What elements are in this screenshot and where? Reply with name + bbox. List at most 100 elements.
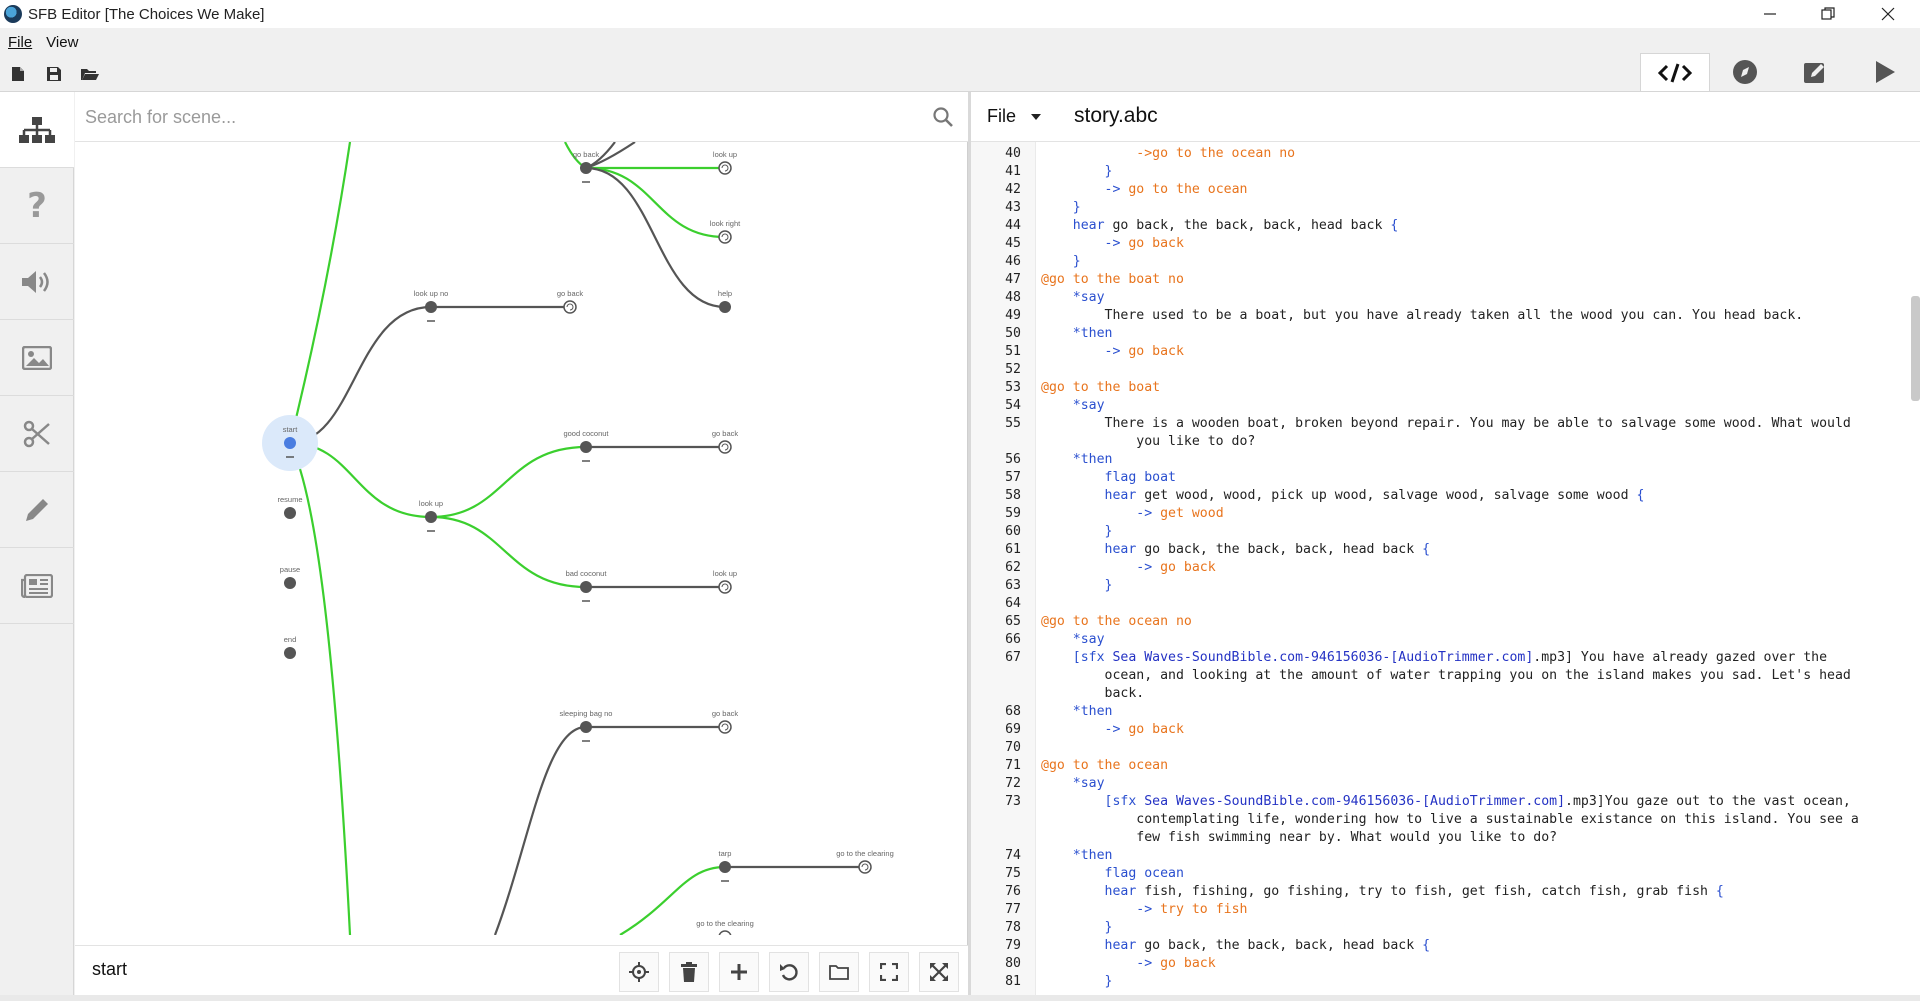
node-resume[interactable]: resume: [277, 495, 303, 519]
sidebar-item-edit[interactable]: [0, 472, 74, 548]
line-number: 72: [1005, 776, 1021, 791]
vertical-scrollbar[interactable]: [1911, 296, 1920, 401]
node-bad-coconut[interactable]: bad coconut: [566, 569, 608, 602]
svg-text:resume: resume: [277, 495, 302, 504]
sidebar-item-news[interactable]: [0, 548, 74, 624]
line-number: 45: [1005, 236, 1021, 251]
code-token: *say: [1072, 290, 1105, 305]
line-text: }: [1041, 523, 1113, 541]
line-text: [sfx Sea Waves-SoundBible.com-946156036-…: [1041, 649, 1827, 667]
add-button[interactable]: [719, 952, 759, 992]
code-token: hear: [1104, 488, 1137, 503]
code-token: hear: [1072, 218, 1105, 233]
node-good-coconut[interactable]: good coconut: [563, 429, 609, 462]
code-token: {: [1422, 938, 1431, 953]
fit-screen-button[interactable]: [869, 952, 909, 992]
menu-bar: File View: [0, 28, 1920, 56]
code-token: Sea Waves-SoundBible.com-946156036-[Audi…: [1144, 794, 1566, 809]
new-file-button[interactable]: [8, 64, 28, 84]
line-text: *then: [1041, 325, 1113, 343]
line-number: 71: [1005, 758, 1021, 773]
line-number: 73: [1005, 794, 1021, 809]
node-look-up[interactable]: look up: [419, 499, 443, 532]
line-text: flag ocean: [1041, 865, 1184, 883]
minimize-icon: [1764, 13, 1776, 15]
graph-footer: start: [75, 945, 968, 995]
code-token: few fish swimming near by. What would yo…: [1041, 830, 1558, 845]
new-file-icon: [12, 67, 24, 81]
scene-graph[interactable]: go back look up look right help look up …: [75, 142, 968, 935]
newspaper-icon: [21, 573, 53, 598]
code-token: *then: [1072, 452, 1113, 467]
scene-search-bar: [75, 92, 968, 142]
svg-text:go back: go back: [712, 709, 739, 718]
node-go-back-2[interactable]: go back: [557, 289, 584, 314]
tab-edit[interactable]: [1780, 53, 1850, 91]
scissors-icon: [23, 420, 50, 447]
node-look-up-top[interactable]: look up: [713, 150, 737, 175]
scene-search-input[interactable]: [85, 102, 905, 132]
code-token: ->: [1136, 506, 1153, 521]
sidebar-item-audio[interactable]: [0, 244, 74, 320]
search-icon[interactable]: [932, 106, 954, 128]
line-text: *then: [1041, 451, 1113, 469]
node-go-to-clearing-2[interactable]: go to the clearing: [696, 919, 754, 935]
pencil-icon: [26, 498, 48, 521]
line-number: 55: [1005, 416, 1021, 431]
node-tarp[interactable]: tarp: [719, 849, 732, 882]
caret-down-icon[interactable]: [1031, 114, 1041, 120]
code-token: hear: [1104, 884, 1137, 899]
menu-view[interactable]: View: [46, 34, 78, 51]
undo-button[interactable]: [769, 952, 809, 992]
svg-text:go back: go back: [573, 150, 600, 159]
sidebar-item-cut[interactable]: [0, 396, 74, 472]
open-folder-button[interactable]: [80, 64, 100, 84]
code-token: Sea Waves-SoundBible.com-946156036-[Audi…: [1112, 650, 1534, 665]
sidebar-item-graph[interactable]: [0, 92, 74, 168]
node-look-up-no[interactable]: look up no: [414, 289, 449, 322]
tab-code[interactable]: [1640, 53, 1710, 91]
line-number: 63: [1005, 578, 1021, 593]
center-button[interactable]: [619, 952, 659, 992]
restore-button[interactable]: [1800, 0, 1856, 28]
line-number: 62: [1005, 560, 1021, 575]
toolbar: [0, 56, 1920, 92]
node-end[interactable]: end: [284, 635, 297, 659]
line-number: 75: [1005, 866, 1021, 881]
save-button[interactable]: [44, 64, 64, 84]
line-number: 51: [1005, 344, 1021, 359]
editor-file-menu[interactable]: File: [987, 106, 1016, 127]
node-go-to-clearing-1[interactable]: go to the clearing: [836, 849, 894, 874]
expand-button[interactable]: [919, 952, 959, 992]
node-look-up-2[interactable]: look up: [713, 569, 737, 594]
sidebar-item-help[interactable]: ?: [0, 168, 74, 244]
line-text: -> go back: [1041, 343, 1184, 361]
window-title: SFB Editor [The Choices We Make]: [28, 5, 265, 23]
scene-graph-canvas[interactable]: go back look up look right help look up …: [75, 142, 968, 935]
code-token: hear: [1104, 542, 1137, 557]
node-go-back-4[interactable]: go back: [712, 709, 739, 734]
menu-file[interactable]: File: [8, 34, 32, 51]
node-look-right[interactable]: look right: [710, 219, 741, 244]
tab-play[interactable]: [1850, 53, 1920, 91]
tab-navigate[interactable]: [1710, 53, 1780, 91]
node-go-back-3[interactable]: go back: [712, 429, 739, 454]
line-text: -> go back: [1041, 559, 1215, 577]
code-editor[interactable]: 40 ->go to the ocean no 41 } 42 -> go to t…: [971, 142, 1920, 995]
minimize-button[interactable]: [1742, 0, 1798, 28]
sidebar-item-images[interactable]: [0, 320, 74, 396]
node-help[interactable]: help: [718, 289, 732, 313]
node-go-back-top[interactable]: go back: [573, 150, 600, 183]
folder-button[interactable]: [819, 952, 859, 992]
line-text: }: [1041, 973, 1113, 991]
line-text: *say: [1041, 631, 1105, 649]
delete-button[interactable]: [669, 952, 709, 992]
close-button[interactable]: [1860, 0, 1916, 28]
node-pause[interactable]: pause: [280, 565, 300, 589]
